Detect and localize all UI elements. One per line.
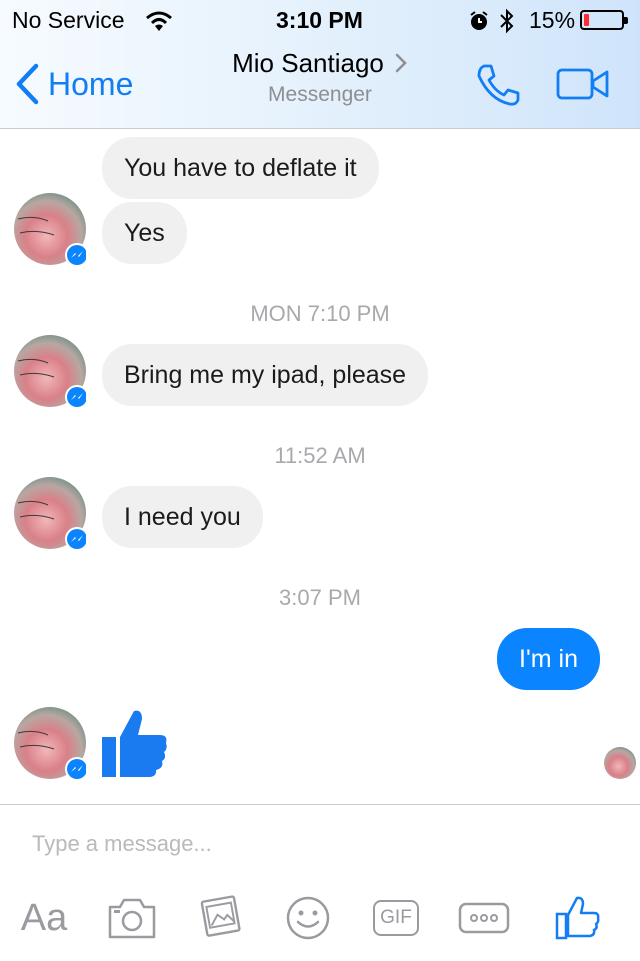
battery-fill — [584, 14, 589, 26]
contact-avatar[interactable] — [14, 707, 89, 781]
emoji-icon[interactable] — [285, 895, 331, 941]
contact-avatar[interactable] — [14, 335, 89, 409]
gif-label: GIF — [373, 900, 419, 936]
message-list[interactable]: You have to deflate it Yes MON 7:10 PM B… — [0, 129, 640, 805]
back-label: Home — [48, 65, 134, 102]
sent-message-bubble[interactable]: I'm in — [497, 628, 600, 690]
thumbs-up-sticker-icon[interactable] — [100, 707, 170, 779]
camera-icon[interactable] — [106, 895, 158, 941]
battery-percent: 15% — [529, 7, 576, 33]
contact-name: Mio Santiago — [232, 48, 384, 78]
phone-call-icon[interactable] — [474, 62, 522, 108]
alarm-icon — [470, 11, 488, 30]
timestamp: MON 7:10 PM — [250, 301, 390, 326]
message-bubble[interactable]: You have to deflate it — [102, 137, 379, 199]
timestamp: 3:07 PM — [279, 585, 361, 610]
status-time: 3:10 PM — [276, 7, 363, 33]
contact-avatar[interactable] — [14, 477, 89, 551]
message-input[interactable] — [32, 831, 592, 857]
chevron-right-icon — [395, 53, 407, 73]
more-options-icon[interactable] — [458, 895, 510, 941]
message-bubble[interactable]: Yes — [102, 202, 187, 264]
chevron-left-icon — [16, 63, 39, 105]
conversation-title[interactable]: Mio Santiago Messenger — [160, 46, 480, 110]
timestamp: 11:52 AM — [274, 443, 366, 468]
gif-button[interactable]: GIF — [370, 895, 422, 941]
read-receipt-avatar — [604, 747, 636, 779]
text-format-button[interactable]: Aa — [14, 895, 74, 941]
conversation-subtitle: Messenger — [268, 83, 372, 106]
carrier-label: No Service — [12, 7, 125, 33]
back-button[interactable]: Home — [14, 62, 133, 106]
navigation-header: No Service 3:10 PM 15% Home Mio Santiago… — [0, 0, 640, 129]
message-bubble[interactable]: Bring me my ipad, please — [102, 344, 429, 406]
wifi-icon — [146, 11, 172, 31]
battery-icon — [580, 10, 628, 30]
text-format-label: Aa — [20, 896, 68, 939]
bluetooth-icon — [500, 8, 514, 34]
message-composer: Aa GIF — [0, 804, 640, 961]
contact-avatar[interactable] — [14, 193, 89, 267]
photo-gallery-icon[interactable] — [196, 895, 246, 941]
message-bubble[interactable]: I need you — [102, 486, 263, 548]
like-button-icon[interactable] — [554, 895, 600, 941]
video-call-icon[interactable] — [556, 66, 610, 102]
